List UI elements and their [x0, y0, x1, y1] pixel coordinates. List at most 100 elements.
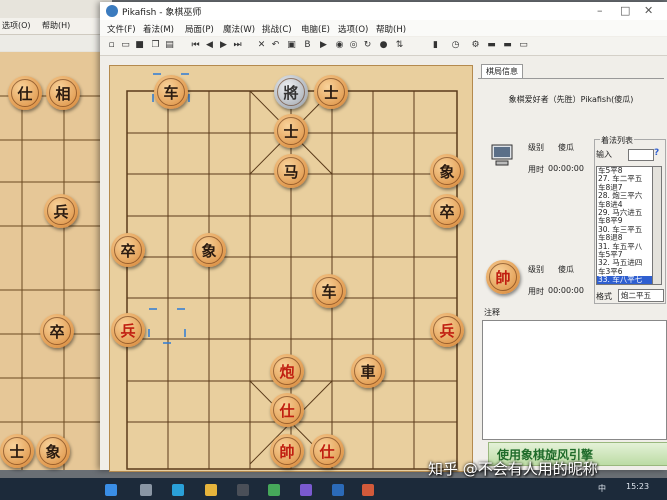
app-icon-3[interactable]	[300, 484, 312, 496]
bg-menu-help[interactable]: 帮助(H)	[42, 20, 70, 31]
piece-black-horse[interactable]: 马	[274, 154, 308, 188]
menu-file[interactable]: 文件(F)	[107, 23, 136, 35]
folder-icon[interactable]	[205, 484, 217, 496]
bottom-level-label: 级别	[528, 265, 544, 274]
rotate-icon[interactable]: ↻	[362, 40, 373, 51]
menu-computer[interactable]: 电脑(E)	[301, 23, 330, 35]
chess-app-icon[interactable]	[362, 484, 374, 496]
panel-red-king-icon: 帥	[486, 260, 520, 294]
edge-icon[interactable]	[172, 484, 184, 496]
open-folder-icon[interactable]: ▭	[120, 40, 131, 51]
maximize-icon[interactable]: □	[620, 4, 630, 17]
bg-piece-soldier[interactable]: 兵	[44, 194, 78, 228]
move-item-selected[interactable]: 33. 车八平七	[597, 275, 652, 284]
bg-piece-pawn[interactable]: 卒	[40, 314, 74, 348]
piece-red-chariot[interactable]: 車	[351, 354, 385, 388]
main-window: Pikafish - 象棋巫师 – □ ✕ 文件(F) 着法(M) 局面(P) …	[100, 2, 667, 472]
piece-black-elephant-2[interactable]: 象	[192, 233, 226, 267]
next-move-icon[interactable]: ▶	[218, 40, 229, 51]
moves-title: 着法列表	[600, 135, 634, 146]
view-icon[interactable]: ◎	[348, 40, 359, 51]
format-label: 格式	[596, 292, 612, 301]
toolbar: ▫ ▭ ■ ❐ ▤ ⏮ ◀ ▶ ⏭ ✕ ↶ ▣ B ▶ ◉ ◎ ↻ ● ⇅ ▮ …	[100, 37, 667, 56]
piece-red-king[interactable]: 帥	[270, 434, 304, 468]
top-level-value: 傻瓜	[558, 143, 574, 152]
watermark: 知乎 @不会有人用的昵称	[428, 460, 598, 478]
format-select[interactable]: 炮二平五	[618, 289, 664, 302]
menu-options[interactable]: 选项(O)	[338, 23, 368, 35]
top-level-label: 级别	[528, 143, 544, 152]
bg-piece-elephant[interactable]: 相	[46, 76, 80, 110]
bg-piece-advisor[interactable]: 仕	[8, 76, 42, 110]
delete-icon[interactable]: ✕	[256, 40, 267, 51]
piece-red-advisor[interactable]: 仕	[270, 393, 304, 427]
minimize-icon[interactable]: –	[597, 4, 603, 17]
piece-red-cannon[interactable]: 炮	[270, 354, 304, 388]
bg-board-grid	[0, 95, 100, 470]
piece-black-advisor[interactable]: 士	[314, 75, 348, 109]
last-move-icon[interactable]: ⏭	[232, 40, 243, 51]
app-icon[interactable]	[237, 484, 249, 496]
palette-icon[interactable]: ◉	[334, 40, 345, 51]
piece-red-soldier-2[interactable]: 兵	[430, 313, 464, 347]
piece-red-advisor-2[interactable]: 仕	[310, 434, 344, 468]
help-icon[interactable]: ?	[654, 148, 659, 158]
menu-help[interactable]: 帮助(H)	[376, 23, 406, 35]
panel-icon[interactable]: ▬	[502, 40, 513, 51]
piece-black-pawn[interactable]: 卒	[430, 194, 464, 228]
image-icon[interactable]: ▣	[286, 40, 297, 51]
piece-black-general[interactable]: 將	[274, 75, 308, 109]
stop-icon[interactable]: ●	[378, 40, 389, 51]
moves-scrollbar[interactable]	[652, 166, 662, 285]
bg-menubar: 选项(O) 帮助(H)	[0, 18, 112, 35]
copy-icon[interactable]: ❐	[150, 40, 161, 51]
prev-move-icon[interactable]: ◀	[204, 40, 215, 51]
piece-black-elephant[interactable]: 象	[430, 154, 464, 188]
menu-bar: 文件(F) 着法(M) 局面(P) 魔法(W) 挑战(C) 电脑(E) 选项(O…	[100, 20, 667, 36]
timer-icon[interactable]: ◷	[450, 40, 461, 51]
menu-challenge[interactable]: 挑战(C)	[262, 23, 292, 35]
flip-icon[interactable]: ⇅	[394, 40, 405, 51]
clock[interactable]: 15:23	[626, 482, 649, 491]
bg-toolbar	[0, 35, 112, 51]
bold-icon[interactable]: B	[302, 40, 313, 51]
bg-piece-minister[interactable]: 象	[36, 434, 70, 468]
book-icon[interactable]: ▮	[430, 40, 441, 51]
save-icon[interactable]: ■	[134, 40, 145, 51]
moves-list[interactable]: 车5平8 27. 车二平五 车8退7 28. 炮三平六 车8进4 29. 马六进…	[596, 166, 653, 285]
notes-textarea[interactable]	[482, 320, 667, 440]
app-icon-4[interactable]	[332, 484, 344, 496]
bg-piece-guard[interactable]: 士	[0, 434, 34, 468]
window-title: Pikafish - 象棋巫师	[122, 8, 202, 18]
bottom-time-label: 用时	[528, 287, 544, 296]
ime-indicator[interactable]: 中	[598, 483, 606, 494]
bg-menu-options[interactable]: 选项(O)	[2, 20, 31, 31]
menu-position[interactable]: 局面(P)	[185, 23, 214, 35]
window-icon[interactable]: ▬	[486, 40, 497, 51]
close-icon[interactable]: ✕	[644, 4, 653, 17]
top-time-label: 用时	[528, 165, 544, 174]
bottom-time-value: 00:00:00	[548, 286, 584, 295]
layout-icon[interactable]: ▭	[518, 40, 529, 51]
menu-moves[interactable]: 着法(M)	[143, 23, 174, 35]
piece-black-chariot[interactable]: 车	[154, 75, 188, 109]
top-time-value: 00:00:00	[548, 164, 584, 173]
move-input[interactable]	[628, 149, 654, 161]
tab-game-info[interactable]: 棋局信息	[481, 64, 523, 79]
first-move-icon[interactable]: ⏮	[190, 40, 201, 51]
app-icon-2[interactable]	[268, 484, 280, 496]
play-icon[interactable]: ▶	[318, 40, 329, 51]
settings-icon[interactable]: ⚙	[470, 40, 481, 51]
search-icon[interactable]	[140, 484, 152, 496]
piece-red-soldier[interactable]: 兵	[111, 313, 145, 347]
bottom-level-value: 傻瓜	[558, 265, 574, 274]
undo-icon[interactable]: ↶	[270, 40, 281, 51]
menu-magic[interactable]: 魔法(W)	[223, 23, 255, 35]
piece-black-chariot-2[interactable]: 车	[312, 274, 346, 308]
start-icon[interactable]	[105, 484, 117, 496]
new-file-icon[interactable]: ▫	[106, 40, 117, 51]
piece-black-advisor-2[interactable]: 士	[274, 114, 308, 148]
notes-label: 注释	[484, 308, 500, 317]
piece-black-pawn-2[interactable]: 卒	[111, 233, 145, 267]
paste-icon[interactable]: ▤	[164, 40, 175, 51]
